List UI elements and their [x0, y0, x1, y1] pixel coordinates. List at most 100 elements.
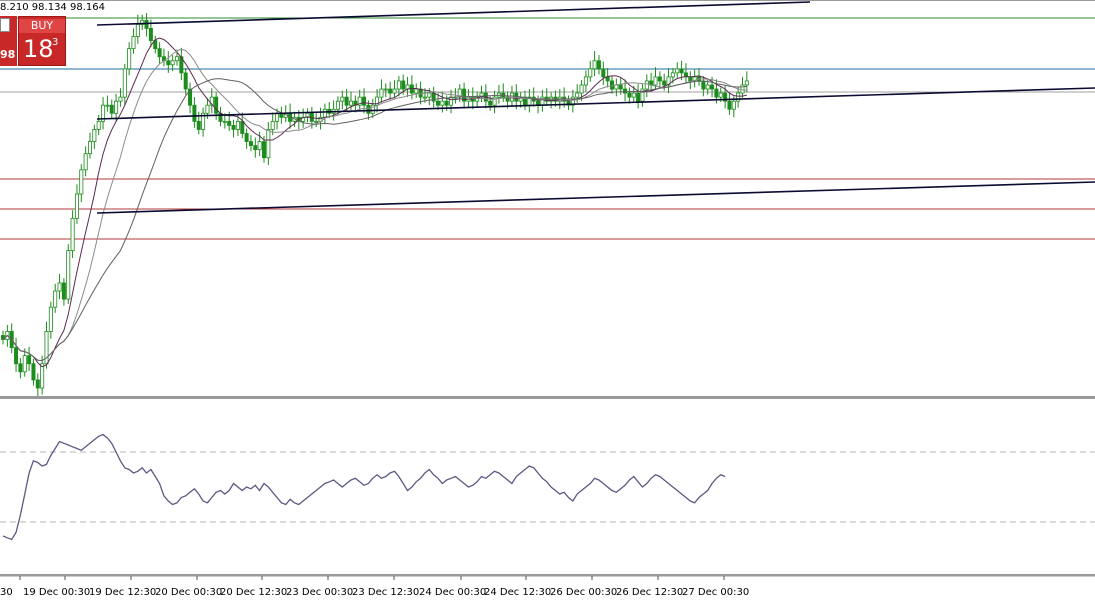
price-small: 98 — [0, 48, 16, 61]
candle-body — [488, 100, 493, 106]
candle-body — [740, 84, 745, 94]
candle-body — [388, 88, 393, 94]
x-tick-label: 27 Dec 00:30 — [682, 587, 749, 598]
candle-body — [422, 96, 427, 99]
candle-body — [235, 120, 240, 130]
x-tick-label: 23 Dec 00:30 — [286, 587, 353, 598]
candle-body — [440, 100, 445, 106]
candle-body — [227, 120, 232, 126]
candle-body — [79, 169, 84, 195]
candle-body — [383, 88, 388, 91]
candle-body — [414, 88, 419, 94]
trendline-middle — [96, 87, 1095, 120]
candle-body — [22, 355, 27, 373]
trading-chart: 30 19 Dec 00:30 19 Dec 12:30 20 Dec 00:30 20… — [0, 0, 1095, 600]
candle-body — [348, 100, 353, 106]
candle-body — [88, 141, 93, 155]
candle-body — [644, 80, 649, 90]
candle-body — [196, 120, 201, 130]
candle-body — [127, 48, 132, 70]
x-tick-label: 24 Dec 00:30 — [419, 587, 486, 598]
candle-body — [57, 282, 62, 292]
ma-fast — [2, 37, 747, 368]
candle-body — [135, 23, 140, 37]
candle-body — [148, 28, 153, 41]
candle-body — [166, 60, 171, 66]
candle-body — [114, 100, 119, 114]
candle-body — [588, 68, 593, 78]
candle-body — [731, 100, 736, 110]
candle-body — [627, 92, 632, 98]
candle-body — [444, 100, 449, 106]
candle-body — [623, 88, 628, 94]
candle-body — [244, 133, 249, 142]
candle-body — [322, 108, 327, 118]
candle-body — [688, 76, 693, 82]
candle-body — [205, 104, 210, 114]
candle-body — [701, 80, 706, 90]
candle-body — [710, 84, 715, 90]
candle-body — [53, 290, 58, 308]
candle-body — [736, 92, 741, 102]
candle-body — [253, 145, 258, 151]
chart-canvas: 30 19 Dec 00:3019 Dec 12:3020 Dec 00:3020… — [0, 0, 1095, 598]
candle-body — [366, 104, 371, 114]
candle-body — [27, 355, 32, 365]
candle-body — [192, 104, 197, 122]
pane-separator — [0, 396, 1095, 399]
candle-body — [18, 363, 23, 373]
candle-body — [118, 96, 123, 102]
candle-body — [631, 92, 636, 98]
candle-body — [105, 104, 110, 107]
candle-body — [270, 120, 275, 130]
buy-button[interactable]: BUY 18 3 — [18, 16, 66, 66]
x-tick-label: 19 Dec 00:30 — [23, 587, 90, 598]
candle-body — [257, 141, 262, 151]
candle-body — [610, 80, 615, 90]
candle-body — [231, 125, 236, 130]
candle-body — [670, 72, 675, 78]
candle-body — [449, 96, 454, 106]
axis-separator — [0, 574, 1095, 577]
time-axis: 30 19 Dec 00:3019 Dec 12:3020 Dec 00:3020… — [0, 576, 749, 598]
indicator-line — [2, 433, 726, 541]
candle-body — [74, 193, 79, 219]
candle-body — [92, 129, 97, 142]
candle-body — [40, 363, 45, 389]
trendline-lower — [96, 181, 1095, 214]
x-tick-label: 20 Dec 00:30 — [155, 587, 222, 598]
candle-body — [427, 92, 432, 98]
candle-body — [96, 120, 101, 130]
candle-body — [31, 363, 36, 381]
candle-body — [183, 72, 188, 90]
candle-body — [157, 48, 162, 58]
candle-body — [583, 76, 588, 86]
candle-body — [714, 88, 719, 98]
moving-averages — [2, 37, 747, 368]
buy-price-sup: 3 — [52, 37, 59, 48]
candle-body — [662, 80, 667, 86]
candle-body — [362, 96, 367, 106]
candle-body — [131, 36, 136, 50]
x-tick-label: 23 Dec 12:30 — [352, 587, 419, 598]
ohlc-readout: 8.210 98.134 98.164 — [0, 2, 105, 13]
candle-body — [83, 153, 88, 171]
candle-body — [170, 60, 175, 66]
trendlines — [96, 1, 1095, 214]
candle-body — [418, 88, 423, 98]
candle-body — [636, 92, 641, 102]
candle-body — [14, 347, 19, 365]
candle-body — [61, 282, 66, 300]
one-click-trading-panel: BUY 18 3 98 — [0, 16, 66, 66]
candle-body — [392, 88, 397, 94]
ma-slow — [2, 78, 747, 362]
candle-body — [718, 92, 723, 98]
buy-label: BUY — [19, 19, 65, 33]
candle-body — [109, 104, 114, 114]
candle-body — [35, 379, 40, 389]
x-tick-label: 26 Dec 00:30 — [550, 587, 617, 598]
candle-body — [705, 84, 710, 90]
candle-body — [275, 112, 280, 122]
candle-body — [222, 120, 227, 123]
candle-body — [592, 60, 597, 70]
